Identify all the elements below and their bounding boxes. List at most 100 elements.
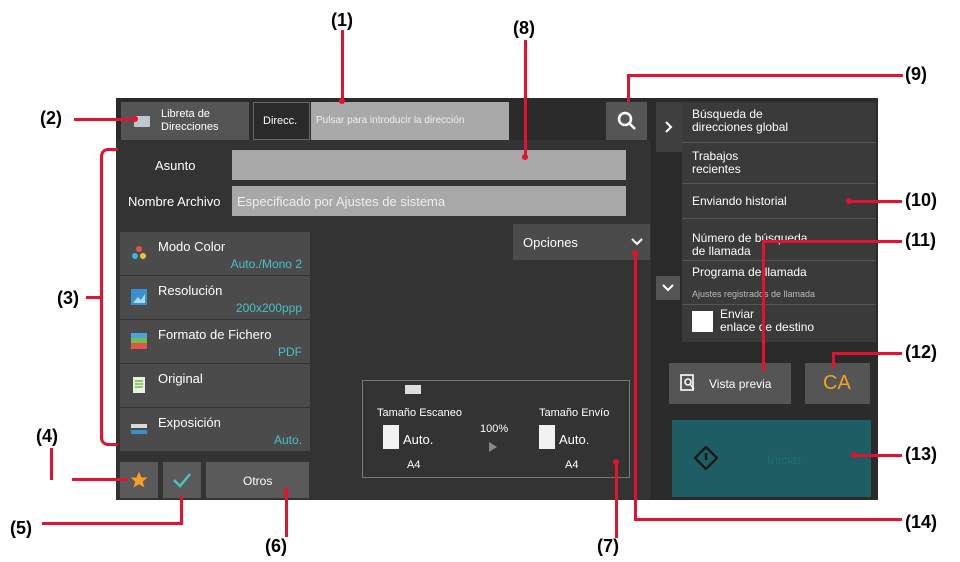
ratio-value: 100% <box>480 423 509 435</box>
filename-placeholder: Especificado por Ajustes de sistema <box>237 194 446 209</box>
callout-dot <box>613 459 619 465</box>
panel-item-call-program[interactable]: Programa de llamada <box>692 266 807 279</box>
divider <box>682 260 876 261</box>
setting-value: Auto. <box>273 433 302 447</box>
callout-11: (11) <box>905 230 937 250</box>
subject-label: Asunto <box>155 158 196 173</box>
action-panel <box>682 102 876 342</box>
callout-dot <box>522 154 528 160</box>
setting-title: Exposición <box>158 415 221 430</box>
address-book-label-1: Libreta de <box>161 108 210 120</box>
scanner-icon <box>405 385 421 394</box>
callout-dot <box>132 116 138 122</box>
setting-title: Modo Color <box>158 239 226 254</box>
checkmark-icon <box>173 473 191 488</box>
callout-line <box>74 118 136 121</box>
send-link-checkbox[interactable] <box>692 311 713 332</box>
callout-2: (2) <box>40 108 62 128</box>
divider <box>682 218 876 219</box>
ca-label: CA <box>823 372 851 394</box>
panel-item-recent-jobs[interactable]: Trabajos recientes <box>692 150 741 176</box>
filename-label: Nombre Archivo <box>128 194 221 209</box>
preview-label: Vista previa <box>709 377 772 391</box>
address-input[interactable]: Pulsar para introducir la dirección <box>311 102 509 140</box>
call-program-sub: Ajustes registrados de llamada <box>692 289 816 299</box>
callout-line <box>627 74 630 102</box>
original-icon <box>133 377 145 393</box>
callout-line <box>615 462 618 538</box>
page-icon <box>383 425 399 449</box>
ca-button[interactable]: CA <box>805 363 870 404</box>
callout-5: (5) <box>10 518 32 538</box>
preview-button[interactable]: Vista previa <box>669 363 791 404</box>
star-icon <box>130 471 148 488</box>
setting-color-mode[interactable]: Modo Color Auto./Mono 2 <box>120 232 310 275</box>
callout-dot <box>846 198 852 204</box>
callout-line <box>762 240 902 243</box>
setting-file-format[interactable]: Formato de Fichero PDF <box>120 320 310 363</box>
setting-original[interactable]: Original <box>120 364 310 407</box>
chevron-down-icon <box>662 284 674 292</box>
panel-item-call-search[interactable]: Número de búsqueda de llamada <box>692 232 807 258</box>
chevron-down-icon <box>631 238 643 246</box>
callout-8: (8) <box>513 18 535 38</box>
setting-value: 200x200ppp <box>235 301 302 315</box>
callout-7: (7) <box>597 536 619 556</box>
callout-dot <box>632 250 638 256</box>
callout-10: (10) <box>905 190 938 210</box>
callout-line <box>285 491 288 537</box>
panel-toggle[interactable] <box>656 102 682 152</box>
send-paper: A4 <box>565 459 579 471</box>
size-preview-box[interactable]: Tamaño Escaneo Tamaño Envío Auto. 100% A… <box>362 380 630 478</box>
callout-4: (4) <box>36 426 58 446</box>
setting-exposure[interactable]: Exposición Auto. <box>120 408 310 451</box>
send-size-label: Tamaño Envío <box>539 407 610 419</box>
callout-dot <box>339 98 345 104</box>
search-button[interactable] <box>606 102 647 140</box>
otros-button[interactable]: Otros <box>206 462 309 498</box>
scan-size-label: Tamaño Escaneo <box>377 407 462 419</box>
resolution-icon <box>131 289 147 305</box>
setting-resolution[interactable]: Resolución 200x200ppp <box>120 276 310 319</box>
callout-line <box>341 30 344 102</box>
divider <box>682 304 876 305</box>
callout-line <box>855 454 902 457</box>
subject-field[interactable] <box>232 150 626 180</box>
setting-title: Resolución <box>158 283 223 298</box>
arrow-right-icon <box>489 442 497 452</box>
panel-item-global-search[interactable]: Búsqueda de direcciones global <box>692 108 788 134</box>
color-mode-icon <box>132 246 146 259</box>
bracket <box>100 296 118 446</box>
divider <box>682 142 876 143</box>
address-placeholder: Pulsar para introducir la dirección <box>316 115 465 126</box>
callout-3: (3) <box>57 288 79 308</box>
callout-line <box>72 478 128 481</box>
callout-line <box>832 352 902 355</box>
address-book-button[interactable]: Libreta de Direcciones <box>121 102 249 140</box>
callout-line <box>634 253 637 521</box>
start-button[interactable]: Iniciar <box>672 420 871 497</box>
callout-13: (13) <box>905 444 938 464</box>
setting-title: Original <box>158 371 203 386</box>
filename-field[interactable]: Especificado por Ajustes de sistema <box>232 186 626 216</box>
options-button[interactable]: Opciones <box>513 224 650 260</box>
send-auto: Auto. <box>559 432 590 447</box>
exposure-icon <box>131 424 147 434</box>
send-link-label: Enviar enlace de destino <box>720 307 815 334</box>
scan-auto: Auto. <box>403 432 434 447</box>
panel-item-send-history[interactable]: Enviando historial <box>692 195 787 208</box>
callout-line <box>762 240 765 372</box>
scroll-down-button[interactable] <box>656 276 680 300</box>
setting-title: Formato de Fichero <box>158 327 272 342</box>
callout-line <box>832 352 835 368</box>
direcc-tab[interactable]: Direcc. <box>253 102 310 140</box>
check-button[interactable] <box>163 462 201 498</box>
callout-line <box>850 200 902 203</box>
preview-icon <box>680 374 695 391</box>
callout-14: (14) <box>905 512 938 532</box>
direcc-label: Direcc. <box>263 115 298 127</box>
bracket <box>100 148 118 298</box>
chevron-right-icon <box>665 121 673 133</box>
callout-1: (1) <box>331 10 353 30</box>
start-icon <box>694 446 718 470</box>
